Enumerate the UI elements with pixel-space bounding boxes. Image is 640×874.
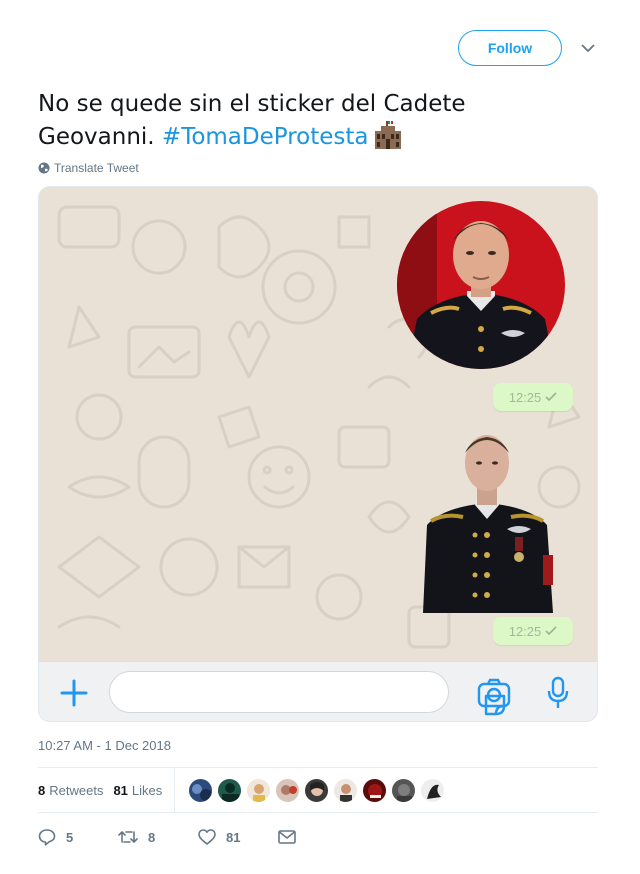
retweet-count: 8 [148,829,156,845]
likes-stat[interactable]: 81 Likes [113,783,162,798]
envelope-icon [278,830,296,844]
hashtag-link[interactable]: #TomaDeProtesta [162,124,369,150]
like-count: 81 [226,829,241,845]
check-icon [545,392,557,402]
plus-icon[interactable] [59,678,89,708]
avatar[interactable] [188,778,213,803]
avatar[interactable] [420,778,445,803]
check-icon [545,626,557,636]
direct-message-button[interactable] [278,826,296,848]
divider [38,812,598,813]
message-time: 12:25 [508,389,542,405]
camera-icon[interactable] [477,678,511,708]
avatar[interactable] [362,778,387,803]
follow-button[interactable]: Follow [458,30,562,66]
translate-label: Translate Tweet [54,161,139,175]
palace-emoji-icon [373,121,403,159]
avatar[interactable] [333,778,358,803]
likes-count: 81 [113,782,128,798]
retweets-stat[interactable]: 8 Retweets [38,783,103,798]
microphone-icon[interactable] [546,676,570,710]
cadet-sticker-cutout[interactable] [423,425,553,613]
tweet-actions: 5 8 81 [38,826,338,848]
message-input[interactable] [109,671,506,716]
retweet-button[interactable]: 8 [118,826,155,848]
tweet-timestamp[interactable]: 10:27 AM - 1 Dec 2018 [38,738,171,753]
chevron-down-icon[interactable] [578,38,598,58]
translate-tweet-link[interactable]: Translate Tweet [38,160,139,176]
reply-icon [38,829,56,846]
retweets-label: Retweets [49,782,104,798]
stats-separator [174,768,175,812]
avatar[interactable] [391,778,416,803]
retweet-icon [118,831,138,843]
liker-avatars [188,778,445,803]
message-time-bubble: 12:25 [493,383,573,411]
engagement-stats: 8 Retweets 81 Likes [38,781,162,799]
avatar[interactable] [304,778,329,803]
reply-count: 5 [66,829,74,845]
cadet-sticker-round[interactable] [397,201,565,369]
divider [38,767,598,768]
whatsapp-input-bar [39,661,597,721]
message-time-bubble: 12:25 [493,617,573,645]
message-time: 12:25 [508,623,542,639]
retweets-count: 8 [38,782,46,798]
like-button[interactable]: 81 [198,826,240,848]
reply-button[interactable]: 5 [38,826,73,848]
whatsapp-screenshot[interactable]: 12:25 12:25 [38,186,598,722]
heart-icon [198,829,216,845]
avatar[interactable] [275,778,300,803]
avatar[interactable] [217,778,242,803]
globe-icon [38,162,50,174]
likes-label: Likes [131,782,163,798]
tweet-text: No se quede sin el sticker del Cadete Ge… [38,88,558,159]
avatar[interactable] [246,778,271,803]
